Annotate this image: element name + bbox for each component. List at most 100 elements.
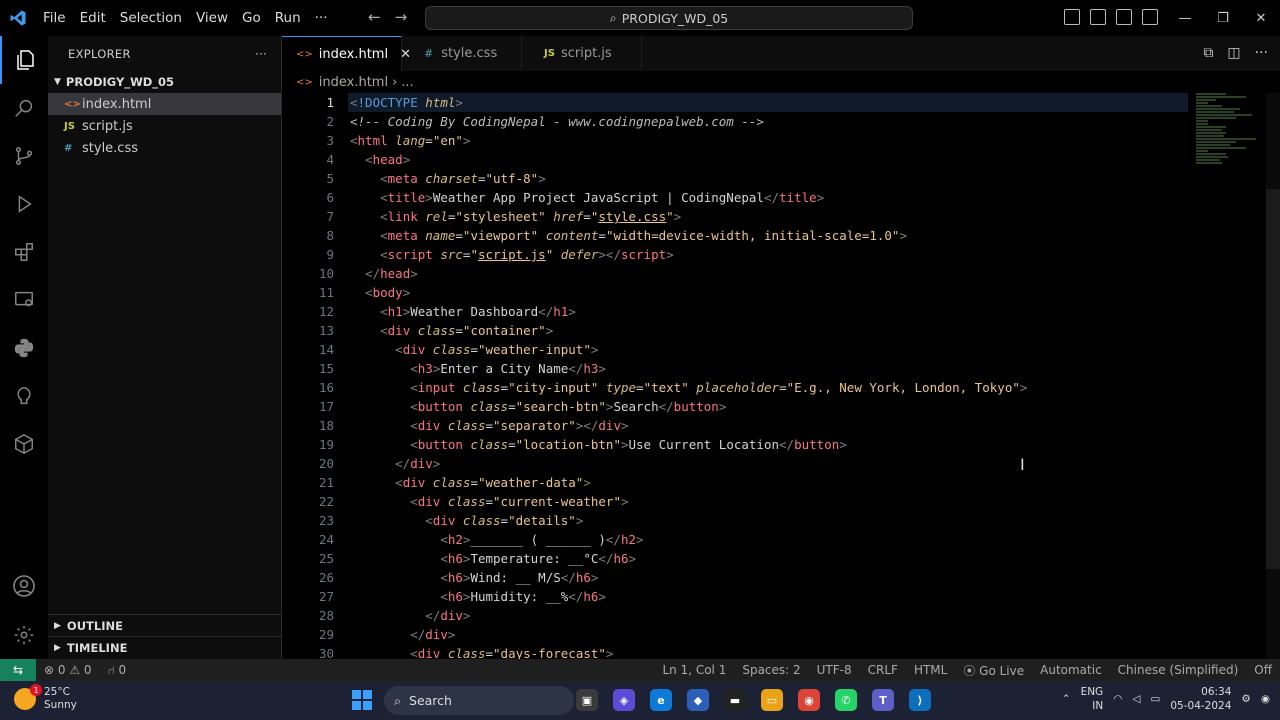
minimap[interactable] (1196, 93, 1260, 183)
extensions-icon[interactable] (0, 228, 48, 276)
minimize-icon[interactable]: — (1166, 0, 1204, 36)
more-actions-icon[interactable]: ··· (1255, 45, 1268, 61)
speaker-icon[interactable]: ◁ (1132, 693, 1140, 705)
edge-icon[interactable]: e (650, 689, 672, 711)
encoding[interactable]: UTF-8 (809, 663, 860, 677)
html-file-icon: <> (296, 76, 313, 88)
taskbar-apps: ▣ ◈ e ◆ ▬ ▭ ◉ ✆ T ⟩ (576, 689, 931, 711)
close-window-icon[interactable]: ✕ (1242, 0, 1280, 36)
title-bar: File Edit Selection View Go Run ··· ← → … (0, 0, 1280, 36)
window-controls: — ❐ ✕ (1166, 0, 1280, 36)
menu-edit[interactable]: Edit (73, 10, 113, 26)
file-script-js[interactable]: JS script.js (48, 115, 281, 137)
cursor-position[interactable]: Ln 1, Col 1 (654, 663, 734, 677)
weather-widget[interactable]: 1 25°C Sunny (14, 684, 77, 712)
line-number: 20 (318, 456, 334, 471)
search-icon[interactable] (0, 84, 48, 132)
line-number: 27 (318, 589, 334, 604)
extra-status[interactable]: Off (1246, 663, 1280, 677)
lang-code: ENG (1080, 686, 1104, 698)
scroll-thumb[interactable] (1266, 189, 1280, 569)
code-line: </head> (365, 266, 418, 281)
whatsapp-icon[interactable]: ✆ (835, 689, 857, 711)
breadcrumb-file[interactable]: index.html (319, 75, 388, 90)
tab-style-css[interactable]: # style.css (402, 36, 522, 71)
settings-gear-icon[interactable] (0, 611, 48, 659)
battery-icon[interactable]: ▭ (1150, 693, 1160, 705)
python-icon[interactable] (0, 324, 48, 372)
taskbar-search[interactable]: ⌕ Search (384, 686, 574, 715)
windows-start-icon[interactable] (352, 690, 372, 710)
copilot-icon[interactable] (0, 372, 48, 420)
code-line: </div> (395, 456, 441, 471)
package-icon[interactable] (0, 420, 48, 468)
customize-layout-icon[interactable] (1142, 9, 1158, 25)
menu-selection[interactable]: Selection (113, 10, 189, 26)
language-indicator[interactable]: ENG IN (1081, 685, 1104, 713)
remote-indicator-icon[interactable]: ⇆ (0, 659, 36, 681)
tab-index-html[interactable]: <> index.html ✕ (282, 36, 411, 71)
chevron-up-icon[interactable]: ⌃ (1062, 693, 1071, 705)
settings-app-icon[interactable]: ⚙ (1241, 693, 1250, 705)
go-live-button[interactable]: ⦿ Go Live (955, 662, 1032, 679)
command-center[interactable]: ⌕ PRODIGY_WD_05 (425, 6, 913, 30)
wifi-icon[interactable]: ◠ (1113, 693, 1122, 705)
vertical-scrollbar[interactable] (1266, 93, 1280, 659)
line-number: 11 (318, 285, 334, 300)
date: 05-04-2024 (1170, 700, 1232, 712)
search-icon: ⌕ (609, 10, 617, 25)
toggle-panel-icon[interactable] (1090, 9, 1106, 25)
line-number: 9 (326, 247, 334, 262)
copilot-app-icon[interactable]: ◈ (613, 689, 635, 711)
line-number: 23 (318, 513, 334, 528)
file-label: style.css (82, 140, 138, 156)
folder-prodigy[interactable]: ▼ PRODIGY_WD_05 (48, 71, 281, 93)
menu-view[interactable]: View (189, 10, 235, 26)
chrome-icon[interactable]: ◉ (798, 689, 820, 711)
file-index-html[interactable]: <> index.html (48, 93, 281, 115)
formatter-status[interactable]: Automatic (1032, 663, 1110, 677)
problems-indicator[interactable]: ⊗ 0 ⚠ 0 (36, 663, 100, 677)
open-preview-icon[interactable]: ⧉ (1203, 45, 1213, 61)
language-mode[interactable]: HTML (906, 663, 955, 677)
forward-arrow-icon[interactable]: → (395, 8, 408, 26)
back-arrow-icon[interactable]: ← (368, 8, 381, 26)
ports-indicator[interactable]: ⑁ 0 (100, 663, 135, 677)
toggle-sidebar-icon[interactable] (1064, 9, 1080, 25)
vscode-taskbar-icon[interactable]: ⟩ (909, 689, 931, 711)
file-explorer-icon[interactable]: ▭ (761, 689, 783, 711)
toggle-secondary-sidebar-icon[interactable] (1116, 9, 1132, 25)
remote-explorer-icon[interactable] (0, 276, 48, 324)
restore-icon[interactable]: ❐ (1204, 0, 1242, 36)
text-cursor-icon: I (1020, 455, 1025, 474)
js-file-icon: JS (64, 120, 75, 132)
chrome-tray-icon[interactable]: ◉ (1261, 693, 1270, 705)
vpn-icon[interactable]: ◆ (687, 689, 709, 711)
menu-more[interactable]: ··· (308, 10, 335, 26)
explorer-icon[interactable] (0, 36, 48, 84)
breadcrumb-rest[interactable]: ... (401, 75, 413, 90)
task-view-icon[interactable]: ▣ (576, 689, 598, 711)
menu-run[interactable]: Run (268, 10, 308, 26)
outline-section[interactable]: ▶ OUTLINE (48, 614, 282, 636)
tab-script-js[interactable]: JS script.js (522, 36, 642, 71)
line-number: 21 (318, 475, 334, 490)
file-style-css[interactable]: # style.css (48, 137, 281, 159)
timeline-section[interactable]: ▶ TIMELINE (48, 636, 282, 658)
end-of-line[interactable]: CRLF (860, 663, 906, 677)
menu-go[interactable]: Go (235, 10, 268, 26)
teams-icon[interactable]: T (872, 689, 894, 711)
run-debug-icon[interactable] (0, 180, 48, 228)
clock[interactable]: 06:34 05-04-2024 (1170, 685, 1231, 713)
code-editor[interactable]: 1 2 3 4 5 6 7 8 9 10 11 12 13 14 15 16 17 18 19 20 21 22 23 24 2… (282, 93, 1280, 659)
indentation[interactable]: Spaces: 2 (734, 663, 808, 677)
code-line: <input class="city-input" type="text" pl… (410, 380, 1028, 395)
source-control-icon[interactable] (0, 132, 48, 180)
locale-status[interactable]: Chinese (Simplified) (1110, 663, 1247, 677)
more-actions-icon[interactable]: ··· (255, 47, 267, 61)
menu-file[interactable]: File (36, 10, 73, 26)
code-area[interactable]: <!DOCTYPE html> <!-- Coding By CodingNep… (348, 93, 1188, 659)
split-editor-icon[interactable]: ◫ (1227, 45, 1240, 61)
terminal-icon[interactable]: ▬ (724, 689, 746, 711)
account-icon[interactable] (0, 562, 48, 610)
